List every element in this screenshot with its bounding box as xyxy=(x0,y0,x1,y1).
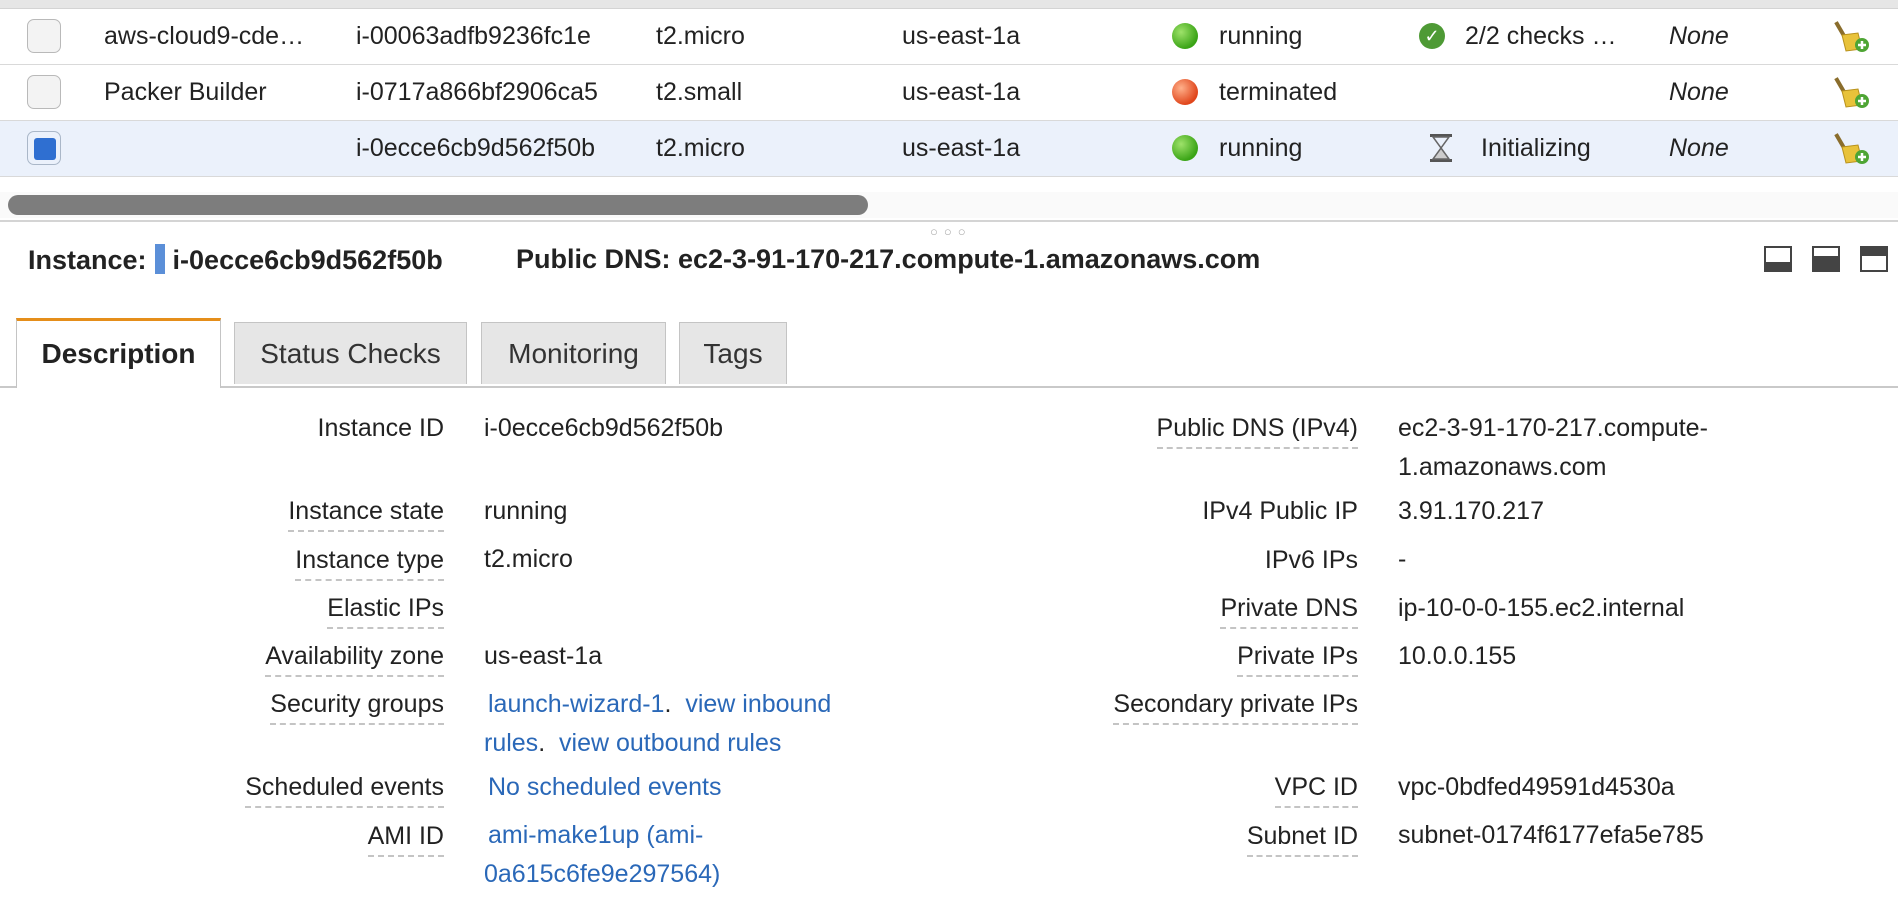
instance-id-heading: i-0ecce6cb9d562f50b xyxy=(172,245,443,275)
label-subnet-id: Subnet ID xyxy=(1246,822,1358,857)
cell-alarm-status: None xyxy=(1669,22,1729,50)
label-private-ips: Private IPs xyxy=(1237,642,1358,677)
link-ami-id-line2[interactable]: 0a615c6fe9e297564) xyxy=(484,854,720,894)
value-instance-state: running xyxy=(484,497,568,525)
value-ipv6-ips: - xyxy=(1398,545,1407,573)
layout-top-icon[interactable] xyxy=(1860,246,1888,272)
row-checkbox[interactable] xyxy=(27,19,61,53)
link-no-scheduled-events[interactable]: No scheduled events xyxy=(488,767,721,807)
value-security-groups: launch-wizard-1. view inbound xyxy=(488,690,832,718)
label-ipv4-public-ip: IPv4 Public IP xyxy=(1202,497,1358,525)
splitter-grip-icon[interactable]: ○○○ xyxy=(930,224,972,239)
link-inbound-rules[interactable]: rules xyxy=(484,729,538,757)
cell-status-checks: 2/2 checks … xyxy=(1465,22,1617,50)
value-subnet-id: subnet-0174f6177efa5e785 xyxy=(1398,821,1704,849)
broom-icon[interactable] xyxy=(1834,131,1870,167)
horizontal-scrollbar[interactable] xyxy=(0,192,1898,218)
cell-instance-id: i-00063adfb9236fc1e xyxy=(356,22,591,50)
label-elastic-ips: Elastic IPs xyxy=(327,594,444,629)
label-ami-id: AMI ID xyxy=(367,822,444,857)
value-instance-id: i-0ecce6cb9d562f50b xyxy=(484,414,724,442)
hourglass-icon xyxy=(1430,134,1452,162)
value-private-ips: 10.0.0.155 xyxy=(1398,642,1517,670)
table-row-selected[interactable]: i-0ecce6cb9d562f50b t2.micro us-east-1a … xyxy=(0,121,1898,177)
cell-availability-zone: us-east-1a xyxy=(902,22,1021,50)
cell-availability-zone: us-east-1a xyxy=(902,134,1021,162)
table-row[interactable]: Packer Builder i-0717a866bf2906ca5 t2.sm… xyxy=(0,65,1898,121)
link-view-outbound-rules[interactable]: view outbound rules xyxy=(559,729,781,757)
broom-icon[interactable] xyxy=(1834,19,1870,55)
cell-name: aws-cloud9-cde… xyxy=(104,22,305,50)
label-public-dns-ipv4: Public DNS (IPv4) xyxy=(1156,414,1358,449)
public-dns-heading: Public DNS: ec2-3-91-170-217.compute-1.a… xyxy=(516,244,1261,274)
terminated-status-icon xyxy=(1172,79,1198,105)
layout-bottom-icon[interactable] xyxy=(1764,246,1792,272)
layout-middle-icon[interactable] xyxy=(1812,246,1840,272)
cell-instance-type: t2.micro xyxy=(656,134,745,162)
cell-alarm-status: None xyxy=(1669,134,1729,162)
cell-alarm-status: None xyxy=(1669,78,1729,106)
tab-status-checks[interactable]: Status Checks xyxy=(234,322,467,384)
cell-instance-state: running xyxy=(1219,134,1303,162)
value-security-groups-line2: rules. view outbound rules xyxy=(484,729,782,757)
link-view-inbound[interactable]: view inbound xyxy=(685,690,831,718)
cell-instance-id: i-0717a866bf2906ca5 xyxy=(356,78,598,106)
label-security-groups: Security groups xyxy=(270,690,444,725)
value-public-dns-line1: ec2-3-91-170-217.compute- xyxy=(1398,414,1708,442)
label-instance-type: Instance type xyxy=(295,546,444,581)
label-secondary-private-ips: Secondary private IPs xyxy=(1113,690,1358,725)
row-checkbox-checked[interactable] xyxy=(27,131,61,165)
value-instance-type: t2.micro xyxy=(484,545,573,573)
label-private-dns: Private DNS xyxy=(1220,594,1358,629)
detail-instance-header: Instance: i-0ecce6cb9d562f50b xyxy=(28,244,443,276)
table-row[interactable]: aws-cloud9-cde… i-00063adfb9236fc1e t2.m… xyxy=(0,9,1898,65)
table-top-edge xyxy=(0,0,1898,9)
value-vpc-id: vpc-0bdfed49591d4530a xyxy=(1398,773,1675,801)
value-public-dns-line2: 1.amazonaws.com xyxy=(1398,453,1607,481)
cell-instance-id: i-0ecce6cb9d562f50b xyxy=(356,134,596,162)
instance-label: Instance: xyxy=(28,245,147,275)
value-availability-zone: us-east-1a xyxy=(484,642,603,670)
pane-splitter[interactable] xyxy=(0,220,1898,222)
selection-marker xyxy=(154,244,165,274)
cell-availability-zone: us-east-1a xyxy=(902,78,1021,106)
value-ipv4-public-ip: 3.91.170.217 xyxy=(1398,497,1544,525)
label-scheduled-events: Scheduled events xyxy=(245,773,444,808)
link-ami-id-line1[interactable]: ami-make1up (ami- xyxy=(488,815,703,855)
link-launch-wizard-1[interactable]: launch-wizard-1 xyxy=(488,690,664,718)
tab-tags[interactable]: Tags xyxy=(679,322,787,384)
label-ipv6-ips: IPv6 IPs xyxy=(1264,546,1358,574)
cell-status-checks: Initializing xyxy=(1481,134,1591,162)
value-private-dns: ip-10-0-0-155.ec2.internal xyxy=(1398,594,1685,622)
label-availability-zone: Availability zone xyxy=(265,642,444,677)
cell-instance-state: terminated xyxy=(1219,78,1338,106)
cell-instance-type: t2.micro xyxy=(656,22,745,50)
cell-instance-state: running xyxy=(1219,22,1303,50)
cell-instance-type: t2.small xyxy=(656,78,743,106)
detail-tabs: Description Status Checks Monitoring Tag… xyxy=(0,318,1898,388)
check-circle-icon: ✓ xyxy=(1419,23,1445,49)
running-status-icon xyxy=(1172,23,1198,49)
scrollbar-thumb[interactable] xyxy=(8,195,868,215)
cell-name: Packer Builder xyxy=(104,78,267,106)
tab-monitoring[interactable]: Monitoring xyxy=(481,322,666,384)
label-vpc-id: VPC ID xyxy=(1274,773,1358,808)
tab-description[interactable]: Description xyxy=(16,318,221,388)
broom-icon[interactable] xyxy=(1834,75,1870,111)
running-status-icon xyxy=(1172,135,1198,161)
label-instance-id: Instance ID xyxy=(317,414,444,442)
row-checkbox[interactable] xyxy=(27,75,61,109)
label-instance-state: Instance state xyxy=(288,497,444,532)
